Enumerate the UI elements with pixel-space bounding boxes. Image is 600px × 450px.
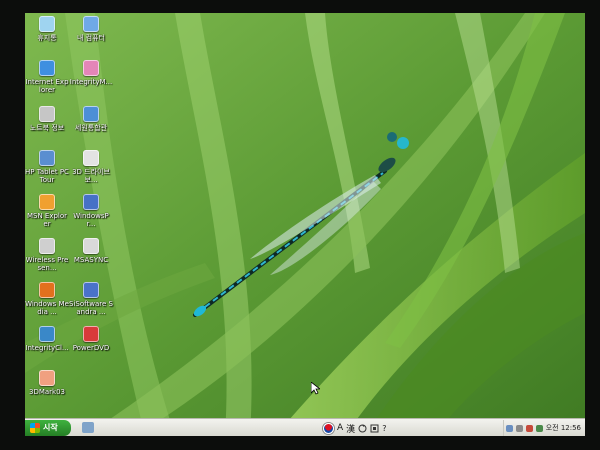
integrity-monitor-icon xyxy=(83,60,99,76)
windows-media-player-icon xyxy=(39,282,55,298)
recycle-bin-icon xyxy=(39,16,55,32)
system-tray: 오전 12:56 xyxy=(503,420,585,436)
windows-shortcut-icon xyxy=(83,194,99,210)
desktop-shortcut[interactable]: IntegrityCl... xyxy=(25,326,69,352)
ime-pad-icon[interactable] xyxy=(370,424,379,433)
language-bar: A 漢 ? xyxy=(323,421,386,435)
desktop-shortcut-label: PowerDVD xyxy=(72,344,110,352)
tablet-pc-tour-icon xyxy=(39,150,55,166)
tablet-icon[interactable] xyxy=(535,424,543,432)
3dmark-icon xyxy=(39,370,55,386)
start-label: 시작 xyxy=(43,423,58,432)
desktop-shortcut-label: IntegrityM... xyxy=(69,78,113,86)
desktop-shortcut[interactable]: 노트북 정보 xyxy=(25,106,69,132)
internet-explorer-icon xyxy=(39,60,55,76)
mouse-cursor-icon xyxy=(311,382,320,395)
desktop-shortcut-label: HP Tablet PC Tour xyxy=(25,168,69,184)
korean-flag-icon[interactable] xyxy=(323,422,334,434)
desktop-shortcut[interactable]: Wireless Presen... xyxy=(25,238,69,272)
desktop-shortcut-label: MSN Explorer xyxy=(26,212,68,228)
desktop-shortcut-label: 3D 드라이브 보... xyxy=(72,168,110,184)
ime-mode-button[interactable]: A xyxy=(337,423,343,433)
desktop-screen: 휴지통 내 컴퓨터 Internet Explorer IntegrityM... 노트… xyxy=(25,13,585,436)
desktop-shortcut-label: SiSoftware Sandra ... xyxy=(69,300,113,316)
desktop-shortcut[interactable]: MSASYNC xyxy=(69,238,113,264)
desktop-shortcut-label: WindowsPr... xyxy=(73,212,109,228)
desktop-shortcut-label: 내 컴퓨터 xyxy=(77,34,105,42)
desktop-shortcut-label: 3DMark03 xyxy=(28,388,65,396)
desktop-shortcut[interactable]: Internet Explorer xyxy=(25,60,69,94)
laptop-info-icon xyxy=(39,106,55,122)
desktop-shortcut-label: Internet Explorer xyxy=(25,78,69,94)
desktop-shortcut[interactable]: SiSoftware Sandra ... xyxy=(69,282,113,316)
desktop-shortcut[interactable]: MSN Explorer xyxy=(25,194,69,228)
taskbar: 시작 A 漢 ? 오전 12:56 xyxy=(25,418,585,436)
clock[interactable]: 오전 12:56 xyxy=(546,423,581,433)
desktop-shortcut[interactable]: HP Tablet PC Tour xyxy=(25,150,69,184)
desktop-shortcut[interactable]: 휴지통 xyxy=(25,16,69,42)
hanja-button[interactable]: 漢 xyxy=(346,422,355,435)
ime-help-button[interactable]: ? xyxy=(382,424,386,433)
security-icon[interactable] xyxy=(525,424,533,432)
show-desktop-icon[interactable] xyxy=(82,422,94,433)
desktop-shortcut-label: MSASYNC xyxy=(73,256,109,264)
desktop-shortcut-label: 휴지통 xyxy=(37,34,57,42)
integrity-client-icon xyxy=(39,326,55,342)
ime-toggle-icon[interactable] xyxy=(358,424,367,433)
desktop-shortcut[interactable]: 3DMark03 xyxy=(25,370,69,396)
desktop-shortcut[interactable]: PowerDVD xyxy=(69,326,113,352)
msn-explorer-icon xyxy=(39,194,55,210)
volume-icon[interactable] xyxy=(515,424,523,432)
sisoftware-sandra-icon xyxy=(83,282,99,298)
desktop-shortcut[interactable]: 세원통합관 xyxy=(69,106,113,132)
powerdvd-icon xyxy=(83,326,99,342)
desktop-shortcut-label: 노트북 정보 xyxy=(29,124,65,132)
desktop-shortcut-label: 세원통합관 xyxy=(74,124,108,132)
desktop-shortcut-label: IntegrityCl... xyxy=(25,344,69,352)
desktop-shortcut[interactable]: WindowsPr... xyxy=(69,194,113,228)
windows-logo-icon xyxy=(30,423,40,433)
wireless-presentation-icon xyxy=(39,238,55,254)
desktop-shortcut[interactable]: IntegrityM... xyxy=(69,60,113,86)
3d-drive-guard-icon xyxy=(83,150,99,166)
desktop-shortcut-label: Wireless Presen... xyxy=(25,256,69,272)
msasync-icon xyxy=(83,238,99,254)
my-computer-icon xyxy=(83,16,99,32)
desktop-shortcut[interactable]: 내 컴퓨터 xyxy=(69,16,113,42)
network-icon[interactable] xyxy=(505,424,513,432)
desktop-shortcut-label: Windows Media ... xyxy=(25,300,69,316)
desktop-shortcut[interactable]: 3D 드라이브 보... xyxy=(69,150,113,184)
desktop-shortcut[interactable]: Windows Media ... xyxy=(25,282,69,316)
app-icon xyxy=(83,106,99,122)
start-button[interactable]: 시작 xyxy=(25,420,71,436)
